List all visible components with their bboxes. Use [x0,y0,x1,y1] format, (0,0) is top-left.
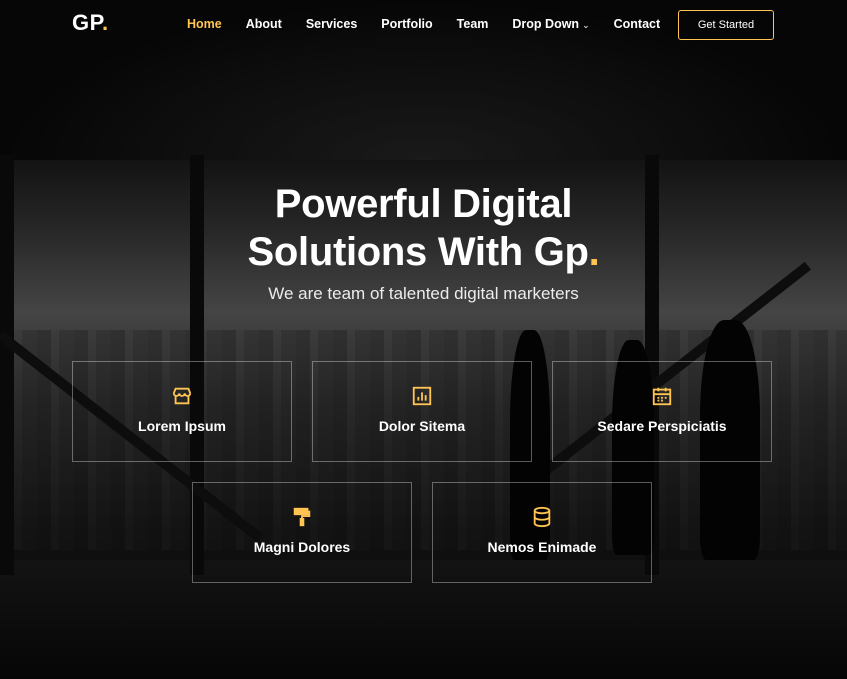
feature-label: Lorem Ipsum [138,418,226,434]
nav-drop-down[interactable]: Drop Down ⌄ [512,17,589,31]
hero-title-line2: Solutions With Gp. [0,228,847,276]
feature-label: Magni Dolores [253,539,351,555]
hero-title-dot: . [588,230,600,274]
nav-about[interactable]: About [246,17,282,31]
dark-overlay [0,0,847,679]
site-header: GP. Home About Services Portfolio Team D… [0,0,847,50]
feature-box-sedare-perspiciatis[interactable]: Sedare Perspiciatis [552,361,772,462]
nav-services[interactable]: Services [306,17,357,31]
hero-title-line2-text: Solutions With Gp [247,230,589,274]
nav-contact[interactable]: Contact [614,17,661,31]
hero-title: Powerful Digital Solutions With Gp. [0,180,847,276]
main-nav: Home About Services Portfolio Team Drop … [187,17,684,31]
hero-subtitle: We are team of talented digital marketer… [268,284,579,303]
store-icon [172,387,192,405]
hero-title-line1: Powerful Digital [274,182,573,226]
logo[interactable]: GP. [72,10,109,36]
paint-roller-icon [293,507,311,527]
feature-box-dolor-sitema[interactable]: Dolor Sitema [312,361,532,462]
feature-label: Dolor Sitema [378,418,466,434]
calendar-icon [652,387,672,406]
nav-team[interactable]: Team [457,17,489,31]
logo-dot: . [101,10,109,35]
feature-box-magni-dolores[interactable]: Magni Dolores [192,482,412,583]
bar-chart-icon [412,386,432,406]
nav-home[interactable]: Home [187,17,222,31]
feature-box-lorem-ipsum[interactable]: Lorem Ipsum [72,361,292,462]
database-icon [533,506,551,528]
nav-portfolio[interactable]: Portfolio [381,17,432,31]
feature-label: Sedare Perspiciatis [597,418,727,434]
logo-text: GP [72,10,102,35]
nav-drop-down-label: Drop Down [512,17,580,31]
get-started-button[interactable]: Get Started [678,10,774,40]
chevron-down-icon: ⌄ [582,20,590,30]
feature-box-nemos-enimade[interactable]: Nemos Enimade [432,482,652,583]
feature-label: Nemos Enimade [487,539,597,555]
